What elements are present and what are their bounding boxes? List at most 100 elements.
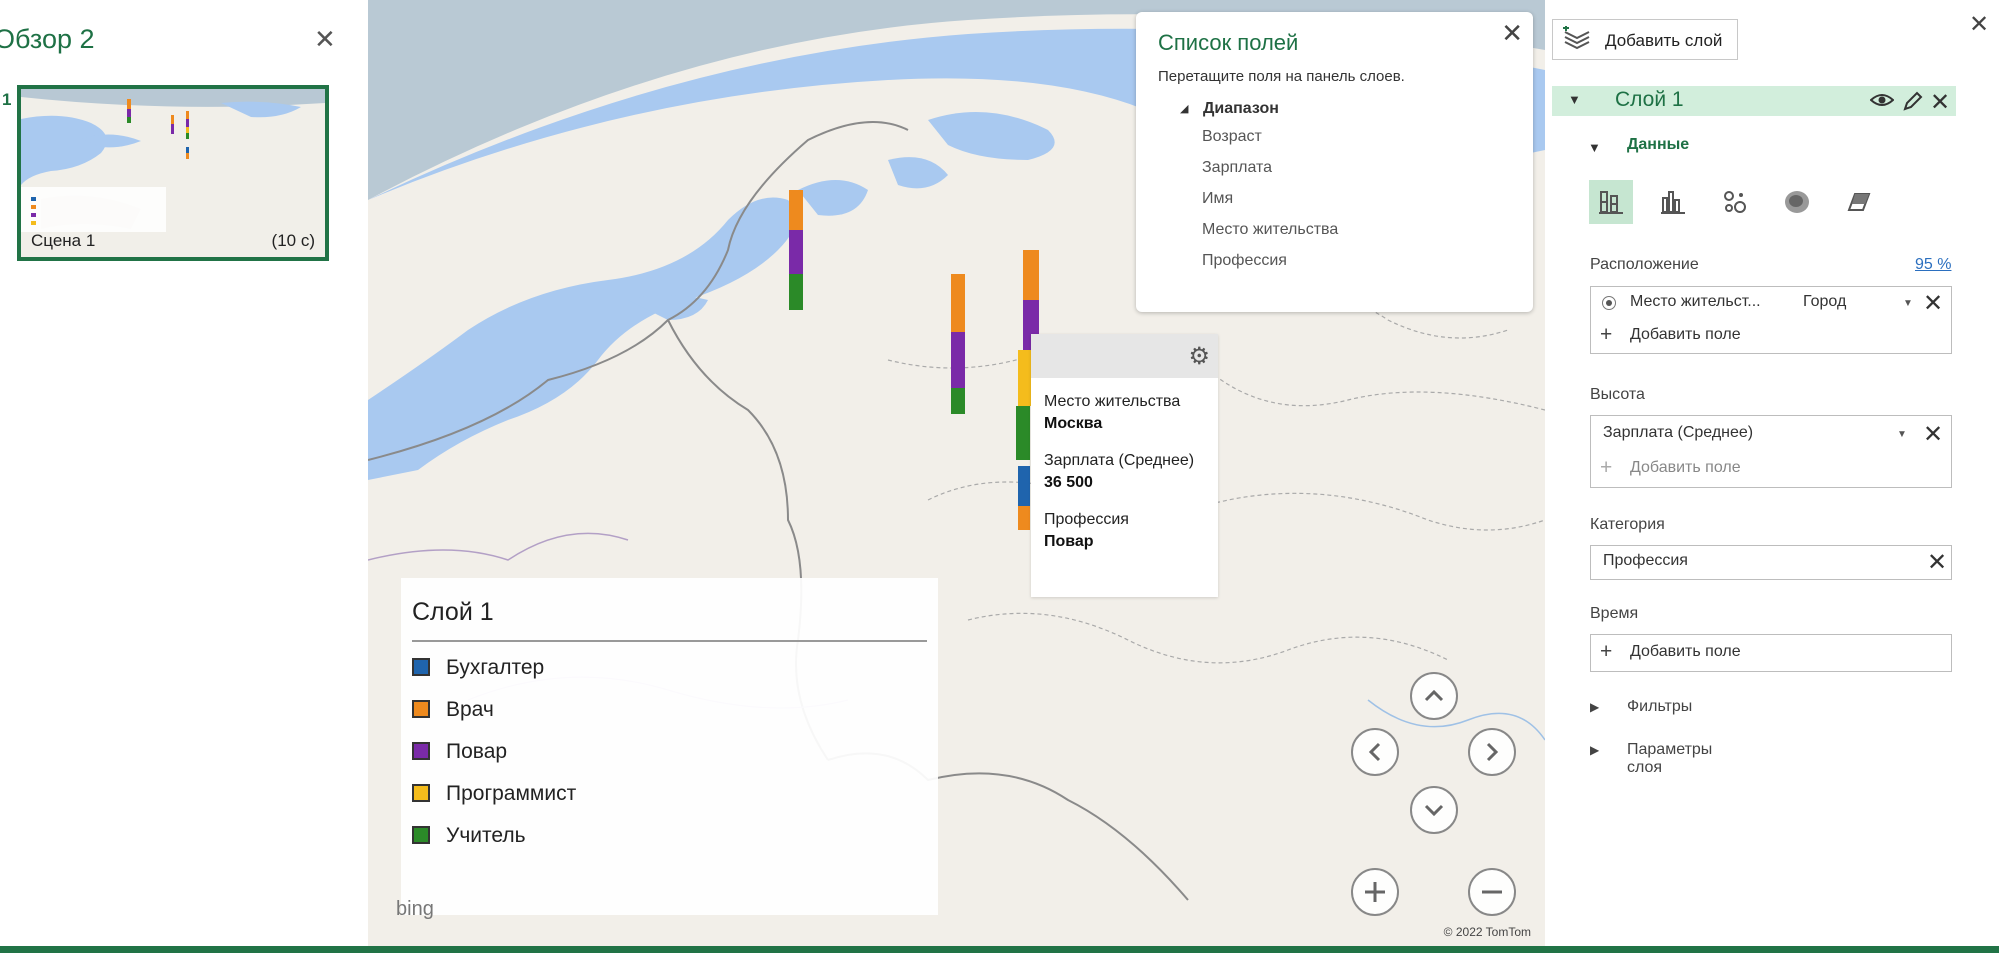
plus-icon: + [1600,323,1613,346]
tilt-up-button[interactable] [1410,672,1458,720]
tilt-down-button[interactable] [1410,786,1458,834]
add-field-label: Добавить поле [1630,459,1741,476]
scene-caption: Сцена 1 (10 с) [21,223,325,257]
add-layer-icon [1563,26,1590,50]
status-bar [0,946,1999,953]
field-list-panel: Список полей Перетащите поля на панель с… [1136,12,1533,312]
plus-icon: + [1600,456,1613,479]
bubble-icon [1724,191,1746,213]
add-time-field[interactable]: + Добавить поле [1591,638,1951,670]
bubble-button[interactable] [1713,180,1757,224]
data-section-label: Данные [1627,136,1690,153]
map-copyright: © 2022 TomTom [1443,925,1531,939]
region-button[interactable] [1837,180,1881,224]
location-field-row[interactable]: Место жительст... Город ▼ ✕ [1591,288,1951,320]
remove-field-icon[interactable]: ✕ [1923,289,1943,318]
collapse-triangle-icon[interactable]: ◢ [1180,102,1188,115]
pencil-icon[interactable] [1902,90,1924,112]
gear-icon[interactable]: ⚙ [1188,342,1210,371]
zoom-out-button[interactable] [1468,868,1516,916]
location-field-name: Место жительст... [1630,293,1761,310]
clustered-column-button[interactable] [1651,180,1695,224]
delete-layer-icon[interactable]: ✕ [1930,88,1950,117]
chevron-down-icon[interactable]: ▼ [1588,140,1601,155]
field-item[interactable]: Возраст [1202,128,1262,146]
category-field-row[interactable]: Профессия ✕ [1591,547,1951,579]
layer-header[interactable]: ▼ Слой 1 ✕ [1552,86,1956,116]
category-field: Профессия [1603,552,1688,569]
add-layer-label: Добавить слой [1605,31,1723,50]
field-item[interactable]: Зарплата [1202,159,1272,177]
layer-options-label: Параметры слоя [1627,741,1713,776]
layer-pane: Добавить слой ✕ ▼ Слой 1 ✕ ▼ Данные Расп… [1545,0,1999,946]
legend-swatch [412,826,430,844]
close-icon[interactable]: ✕ [1501,18,1523,49]
location-radio[interactable] [1602,296,1616,310]
chevron-up-icon [1424,689,1444,702]
tooltip-key: Профессия [1044,511,1129,528]
height-field-row[interactable]: Зарплата (Среднее) ▼ ✕ [1591,419,1951,451]
chevron-down-icon [1424,804,1444,817]
add-field-label: Добавить поле [1630,326,1741,343]
filters-label: Фильтры [1627,698,1693,715]
tour-panel: Обзор 2 ✕ 1 Сцена 1 (10 с) [0,0,368,946]
zoom-in-button[interactable] [1351,868,1399,916]
rotate-left-button[interactable] [1351,728,1399,776]
rotate-right-button[interactable] [1468,728,1516,776]
legend-label: Учитель [446,824,526,847]
chevron-down-icon[interactable]: ▼ [1903,298,1913,309]
add-field-label: Добавить поле [1630,643,1741,660]
scene-thumbnail[interactable]: Сцена 1 (10 с) [17,85,329,261]
chevron-down-icon[interactable]: ▼ [1568,92,1581,107]
field-list-title: Список полей [1158,30,1299,55]
range-label: Диапазон [1203,100,1279,117]
field-item[interactable]: Место жительства [1202,221,1338,239]
clustered-column-icon [1661,191,1685,214]
map-legend[interactable]: Слой 1 Бухгалтер Врач Повар Программист … [401,578,938,915]
height-well: Зарплата (Среднее) ▼ ✕ + Добавить поле [1590,415,1952,488]
chevron-down-icon[interactable]: ▼ [1897,429,1907,440]
tour-title: Обзор 2 [0,24,95,54]
opacity-value[interactable]: 95 % [1915,256,1951,274]
location-well: Место жительст... Город ▼ ✕ + Добавить п… [1590,286,1952,354]
add-layer-button[interactable]: Добавить слой [1552,19,1738,60]
stacked-column-button[interactable] [1589,180,1633,224]
field-item[interactable]: Профессия [1202,252,1287,270]
close-icon[interactable]: ✕ [1969,10,1989,39]
region-icon [1847,193,1871,211]
legend-label: Программист [446,782,577,805]
location-field-type: Город [1803,293,1847,310]
remove-field-icon[interactable]: ✕ [1923,420,1943,449]
chevron-right-icon: ▶ [1590,700,1600,714]
legend-swatch [412,700,430,718]
tooltip-key: Зарплата (Среднее) [1044,452,1195,469]
tooltip-header: ⚙ [1031,334,1218,378]
legend-swatch [412,784,430,802]
close-icon[interactable]: ✕ [314,24,336,55]
field-item[interactable]: Имя [1202,190,1233,208]
height-label: Высота [1590,386,1645,403]
stacked-column-icon [1599,191,1623,214]
chevron-right-icon [1486,742,1499,762]
plus-icon [1365,882,1385,902]
legend-label: Врач [446,698,494,721]
data-tooltip: ⚙ Место жительства Москва Зарплата (Сред… [1031,334,1218,597]
tooltip-value: Повар [1044,533,1094,550]
category-well[interactable]: Профессия ✕ [1590,545,1952,580]
heat-map-icon [1785,191,1809,213]
plus-icon: + [1600,640,1613,663]
add-location-field[interactable]: + Добавить поле [1591,321,1951,353]
chevron-right-icon: ▶ [1590,743,1600,757]
heat-map-button[interactable] [1775,180,1819,224]
map-view[interactable]: Список полей Перетащите поля на панель с… [368,0,1545,946]
eye-icon[interactable] [1870,90,1894,110]
bing-logo: bing [396,898,434,920]
tooltip-value: 36 500 [1044,474,1093,491]
legend-label: Бухгалтер [446,656,545,679]
column-1 [789,190,803,310]
time-well[interactable]: + Добавить поле [1590,634,1952,672]
remove-field-icon[interactable]: ✕ [1927,548,1947,577]
chevron-left-icon [1368,742,1381,762]
tooltip-key: Место жительства [1044,393,1181,410]
add-height-field[interactable]: + Добавить поле [1591,454,1951,486]
